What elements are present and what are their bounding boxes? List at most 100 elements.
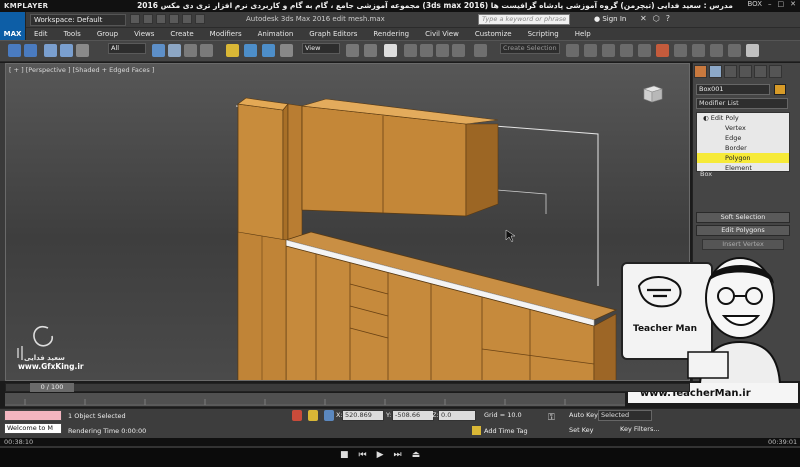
perspective-viewport[interactable]: [5, 63, 690, 381]
spinner-snap-icon[interactable]: [452, 44, 465, 57]
auto-key-button[interactable]: Auto Key: [569, 411, 598, 419]
render-activeshade-icon[interactable]: [746, 44, 759, 57]
named-selection-dropdown[interactable]: Create Selection Se: [500, 43, 560, 54]
viewport-label[interactable]: [ + ] [Perspective ] [Shaded + Edged Fac…: [9, 66, 154, 74]
isolate-selection-icon[interactable]: [292, 410, 302, 421]
select-link-icon[interactable]: [44, 44, 57, 57]
absolute-mode-icon[interactable]: [324, 410, 334, 421]
set-key-button[interactable]: Set Key: [569, 426, 594, 434]
light-bulb-icon[interactable]: ◐: [703, 114, 711, 122]
play-icon[interactable]: ▶: [377, 450, 384, 460]
select-object-icon[interactable]: [152, 44, 165, 57]
add-time-tag-button[interactable]: Add Time Tag: [484, 427, 528, 435]
maxscript-listener-input[interactable]: [4, 410, 62, 421]
select-scale-icon[interactable]: [262, 44, 275, 57]
menu-help[interactable]: Help: [567, 30, 599, 38]
mirror-icon[interactable]: [566, 44, 579, 57]
stack-item-border[interactable]: Border: [697, 143, 789, 153]
menu-views[interactable]: Views: [126, 30, 162, 38]
maxscript-welcome-field[interactable]: Welcome to M: [4, 423, 62, 434]
project-folder-icon[interactable]: [195, 14, 205, 24]
redo-tool-icon[interactable]: [24, 44, 37, 57]
time-slider[interactable]: [5, 383, 690, 392]
help-icon[interactable]: ?: [666, 14, 670, 23]
next-icon[interactable]: ⏭: [394, 450, 402, 460]
reference-coordinate-dropdown[interactable]: View: [302, 43, 340, 54]
curve-editor-icon[interactable]: [620, 44, 633, 57]
snaps-toggle-icon[interactable]: [404, 44, 417, 57]
sign-in-button[interactable]: ● Sign In: [594, 15, 626, 23]
selection-filter-dropdown[interactable]: All: [108, 43, 146, 54]
render-iterative-icon[interactable]: [728, 44, 741, 57]
modifier-list-dropdown[interactable]: Modifier List: [696, 98, 788, 109]
x-coordinate-field[interactable]: 520.869: [342, 410, 384, 421]
soft-selection-rollout[interactable]: Soft Selection: [696, 212, 790, 223]
selection-lock-icon[interactable]: [308, 410, 318, 421]
stack-item-edge[interactable]: Edge: [697, 133, 789, 143]
track-bar[interactable]: [5, 393, 625, 407]
motion-tab-icon[interactable]: [739, 65, 752, 78]
redo-icon[interactable]: [182, 14, 192, 24]
minimize-icon[interactable]: –: [768, 0, 772, 8]
display-tab-icon[interactable]: [754, 65, 767, 78]
undo-icon[interactable]: [169, 14, 179, 24]
open-icon[interactable]: ⏏: [412, 450, 421, 460]
bind-space-warp-icon[interactable]: [76, 44, 89, 57]
search-input[interactable]: Type a keyword or phrase: [478, 14, 570, 25]
close-icon[interactable]: ✕: [790, 0, 796, 8]
angle-snap-icon[interactable]: [420, 44, 433, 57]
base-object-label[interactable]: Box: [700, 170, 712, 178]
insert-vertex-button[interactable]: Insert Vertex: [702, 239, 784, 250]
window-crossing-icon[interactable]: [200, 44, 213, 57]
application-menu-button[interactable]: MAX: [0, 12, 26, 40]
exchange-icon[interactable]: ✕: [640, 14, 647, 23]
menu-group[interactable]: Group: [89, 30, 126, 38]
key-selection-dropdown[interactable]: Selected: [598, 410, 652, 421]
maximize-icon[interactable]: □: [778, 0, 785, 8]
undo-tool-icon[interactable]: [8, 44, 21, 57]
material-editor-icon[interactable]: [656, 44, 669, 57]
select-rotate-icon[interactable]: [244, 44, 257, 57]
hierarchy-tab-icon[interactable]: [724, 65, 737, 78]
viewcube-icon[interactable]: [640, 82, 664, 104]
time-slider-handle[interactable]: 0 / 100: [30, 383, 74, 392]
save-file-icon[interactable]: [156, 14, 166, 24]
create-tab-icon[interactable]: [694, 65, 707, 78]
a360-icon[interactable]: ⬡: [653, 14, 660, 23]
time-tag-icon[interactable]: [472, 426, 481, 435]
key-filters-button[interactable]: Key Filters...: [620, 425, 660, 433]
key-icon[interactable]: ⚿: [548, 413, 555, 423]
stack-item-polygon[interactable]: Polygon: [697, 153, 789, 163]
object-name-field[interactable]: Box001: [696, 84, 770, 95]
keyboard-shortcut-icon[interactable]: [384, 44, 397, 57]
previous-icon[interactable]: ⏮: [359, 450, 367, 460]
menu-scripting[interactable]: Scripting: [520, 30, 567, 38]
menu-edit[interactable]: Edit: [26, 30, 56, 38]
menu-modifiers[interactable]: Modifiers: [202, 30, 250, 38]
percent-snap-icon[interactable]: [436, 44, 449, 57]
place-icon[interactable]: [280, 44, 293, 57]
render-setup-icon[interactable]: [674, 44, 687, 57]
new-file-icon[interactable]: [130, 14, 140, 24]
menu-rendering[interactable]: Rendering: [365, 30, 417, 38]
layer-explorer-icon[interactable]: [602, 44, 615, 57]
menu-civil-view[interactable]: Civil View: [417, 30, 467, 38]
stop-icon[interactable]: ■: [340, 450, 349, 460]
edit-polygons-rollout[interactable]: Edit Polygons: [696, 225, 790, 236]
menu-tools[interactable]: Tools: [56, 30, 89, 38]
rendered-frame-icon[interactable]: [692, 44, 705, 57]
menu-create[interactable]: Create: [162, 30, 201, 38]
align-icon[interactable]: [584, 44, 597, 57]
rectangular-selection-icon[interactable]: [184, 44, 197, 57]
unlink-icon[interactable]: [60, 44, 73, 57]
workspace-dropdown[interactable]: Workspace: Default: [30, 14, 126, 26]
y-coordinate-field[interactable]: -508.66: [392, 410, 434, 421]
z-coordinate-field[interactable]: 0.0: [438, 410, 476, 421]
render-production-icon[interactable]: [710, 44, 723, 57]
select-move-icon[interactable]: [226, 44, 239, 57]
stack-item-edit-poly[interactable]: ◐ Edit Poly: [697, 113, 789, 123]
select-manipulate-icon[interactable]: [364, 44, 377, 57]
menu-graph-editors[interactable]: Graph Editors: [301, 30, 365, 38]
open-file-icon[interactable]: [143, 14, 153, 24]
schematic-view-icon[interactable]: [638, 44, 651, 57]
